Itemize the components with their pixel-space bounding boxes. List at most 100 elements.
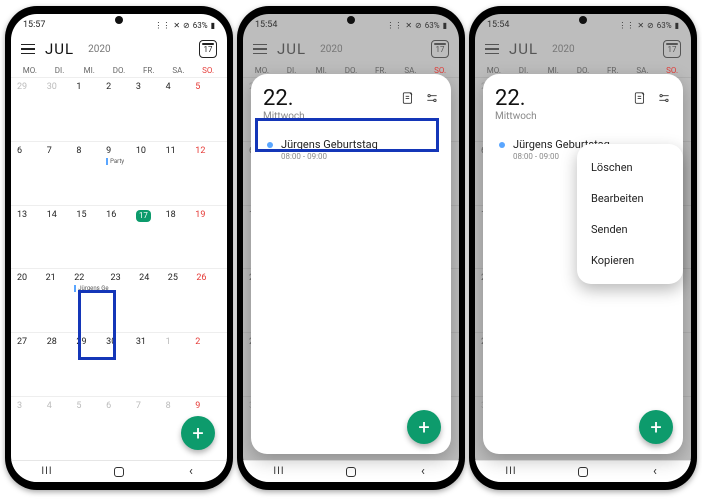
add-event-fab[interactable]: + [181,416,215,450]
day-cell[interactable]: 15 [74,208,104,269]
nav-recents-button[interactable]: III [491,466,531,477]
status-time: 15:54 [487,20,509,30]
card-weekday: Mittwoch [263,111,305,122]
day-cell[interactable]: 29 [74,335,104,396]
month-label: JUL [509,40,538,58]
day-cell[interactable]: 26 [194,271,223,332]
event-time: 08:00 - 09:00 [281,152,378,161]
nav-recents-button[interactable]: III [259,466,299,477]
calendar-header: JUL 2020 17 [243,34,459,66]
day-cell[interactable]: 23 [109,271,138,332]
day-cell[interactable]: 4 [164,80,194,141]
settings-icon[interactable] [425,90,439,109]
day-detail-card: 22. Mittwoch Jürgens Geburtstag 08:00 - [251,74,451,454]
menu-icon[interactable] [253,41,267,58]
day-cell[interactable]: 29 [15,80,45,141]
nav-home-button[interactable] [331,462,371,481]
today-button[interactable]: 17 [431,40,449,58]
weekday-row: MO.DI.MI. DO.FR.SA. SO. [11,66,227,75]
month-label: JUL [277,40,306,58]
phone-2: 15:54 ⋮⋮✕⊘ 63%▮ JUL 2020 17 MO.DI.MI. DO… [237,6,465,490]
year-label: 2020 [88,44,110,55]
calendar-header: JUL 2020 17 [11,34,227,66]
day-cell[interactable]: 17 [134,208,164,269]
phone-3: 15:54 ⋮⋮✕⊘ 63%▮ JUL 2020 17 MO.DI.MI. DO… [469,6,697,490]
day-cell[interactable]: 16 [104,208,134,269]
android-nav: III ‹ [243,460,459,482]
note-icon[interactable] [633,90,647,109]
day-cell[interactable]: 11 [164,144,194,205]
add-event-fab[interactable]: + [639,410,673,444]
camera-hole [579,16,587,24]
android-nav: III ‹ [475,460,691,482]
status-indicators: ⋮⋮✕⊘ 63%▮ [386,21,447,30]
note-icon[interactable] [401,90,415,109]
month-label[interactable]: JUL [45,40,74,58]
screen: 15:54 ⋮⋮✕⊘ 63%▮ JUL 2020 17 MO.DI.MI. DO… [243,14,459,482]
nav-back-button[interactable]: ‹ [171,464,211,479]
day-cell[interactable]: 3 [134,80,164,141]
day-cell[interactable]: 3 [15,399,45,460]
day-cell[interactable]: 6 [104,399,134,460]
event-row[interactable]: Jürgens Geburtstag 08:00 - 09:00 [263,134,439,165]
day-cell[interactable]: 24 [137,271,166,332]
nav-home-button[interactable] [563,462,603,481]
status-time: 15:54 [255,20,277,30]
day-cell[interactable]: 7 [45,144,75,205]
menu-icon[interactable] [21,41,35,58]
add-event-fab[interactable]: + [407,410,441,444]
day-cell[interactable]: 2 [104,80,134,141]
day-cell[interactable]: 20 [15,271,44,332]
day-cell[interactable]: 25 [166,271,195,332]
card-date: 22. [263,86,305,111]
day-cell[interactable]: 9Party [104,144,134,205]
day-cell[interactable]: 13 [15,208,45,269]
card-weekday: Mittwoch [495,111,537,122]
nav-back-button[interactable]: ‹ [635,464,675,479]
screen: 15:54 ⋮⋮✕⊘ 63%▮ JUL 2020 17 MO.DI.MI. DO… [475,14,691,482]
ctx-send[interactable]: Senden [577,214,683,245]
ctx-delete[interactable]: Löschen [577,152,683,183]
day-cell[interactable]: 6 [15,144,45,205]
day-cell[interactable]: 8 [74,144,104,205]
day-cell[interactable]: 22Jürgens Ge [72,271,108,332]
ctx-edit[interactable]: Bearbeiten [577,183,683,214]
settings-icon[interactable] [657,90,671,109]
year-label: 2020 [552,44,574,55]
nav-home-button[interactable] [99,462,139,481]
day-cell[interactable]: 1 [164,335,194,396]
day-cell[interactable]: 4 [45,399,75,460]
day-cell[interactable]: 28 [45,335,75,396]
day-cell[interactable]: 21 [44,271,73,332]
day-cell[interactable]: 27 [15,335,45,396]
day-cell[interactable]: 5 [193,80,223,141]
month-grid: 2930123456789Party1011121314151617181920… [11,77,227,460]
today-button[interactable]: 17 [199,40,217,58]
day-cell[interactable]: 30 [104,335,134,396]
month-event-chip[interactable]: Party [106,158,134,165]
day-cell[interactable]: 7 [134,399,164,460]
year-label: 2020 [320,44,342,55]
nav-back-button[interactable]: ‹ [403,464,443,479]
nav-recents-button[interactable]: III [27,466,67,477]
day-cell[interactable]: 1 [74,80,104,141]
calendar-header: JUL 2020 17 [475,34,691,66]
event-color-dot [499,142,505,148]
day-cell[interactable]: 12 [193,144,223,205]
ctx-copy[interactable]: Kopieren [577,245,683,276]
day-cell[interactable]: 30 [45,80,75,141]
day-cell[interactable]: 10 [134,144,164,205]
month-event-chip[interactable]: Jürgens Ge [74,285,108,292]
day-cell[interactable]: 18 [164,208,194,269]
menu-icon[interactable] [485,41,499,58]
day-cell[interactable]: 19 [193,208,223,269]
event-title: Jürgens Geburtstag [281,138,378,151]
day-cell[interactable]: 31 [134,335,164,396]
camera-hole [115,16,123,24]
day-cell[interactable]: 5 [74,399,104,460]
status-time: 15:57 [23,20,45,30]
event-color-dot [267,142,273,148]
day-cell[interactable]: 2 [193,335,223,396]
day-cell[interactable]: 14 [45,208,75,269]
today-button[interactable]: 17 [663,40,681,58]
